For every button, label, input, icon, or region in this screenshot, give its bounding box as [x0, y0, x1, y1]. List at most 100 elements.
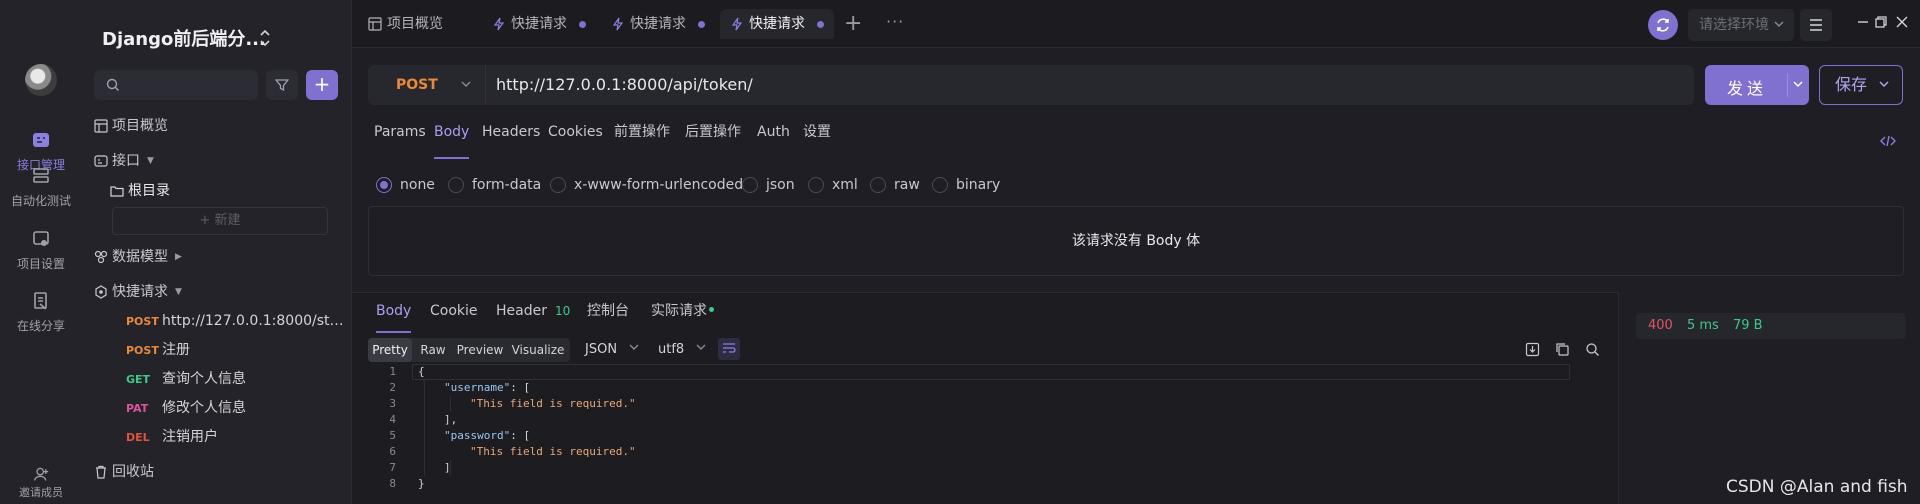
tab-body[interactable]: Body — [434, 121, 470, 159]
view-raw[interactable]: Raw — [412, 338, 454, 362]
radio-form-data[interactable]: form-data — [448, 174, 541, 196]
search-icon[interactable] — [1585, 342, 1600, 357]
tree-item-models[interactable]: 数据模型 ▶ — [94, 245, 182, 269]
restore-icon[interactable] — [1874, 15, 1888, 29]
body-type-group: none form-data x-www-form-urlencoded jso… — [376, 174, 1576, 196]
copy-icon[interactable] — [1555, 342, 1570, 357]
new-tab-icon[interactable]: + — [844, 13, 862, 35]
response-code-viewer[interactable]: 1{ 2 "username": [ 3 "This field is requir… — [368, 364, 1602, 504]
sync-button[interactable] — [1648, 10, 1678, 40]
filter-icon — [275, 79, 289, 92]
request-item[interactable]: DEL 注销用户 — [126, 425, 348, 449]
response-size: 79 B — [1732, 318, 1763, 333]
rail-item-online-share[interactable]: 在线分享 — [0, 291, 82, 334]
tree-item-root-folder[interactable]: 根目录 — [110, 179, 170, 203]
tab-response-cookie[interactable]: Cookie — [430, 301, 478, 333]
send-button[interactable]: 发送 — [1705, 65, 1809, 105]
response-time: 5 ms — [1686, 318, 1719, 333]
chevron-down-icon — [629, 344, 639, 350]
request-item[interactable]: GET 查询个人信息 — [126, 367, 348, 391]
no-body-message: 该请求没有 Body 体 — [368, 206, 1904, 276]
environment-select[interactable]: 请选择环境 — [1688, 9, 1794, 41]
search-icon — [106, 78, 119, 91]
unsaved-dot — [817, 20, 824, 28]
project-title[interactable]: Django前后端分... — [102, 25, 266, 51]
view-pretty[interactable]: Pretty — [368, 338, 412, 362]
view-visualize[interactable]: Visualize — [506, 338, 570, 362]
overview-icon — [94, 119, 108, 133]
chevron-up-down-icon[interactable] — [258, 28, 272, 48]
tree-item-interfaces[interactable]: 接口 ▼ — [94, 149, 154, 173]
invite-user-icon — [33, 467, 49, 481]
request-item[interactable]: PAT 修改个人信息 — [126, 396, 348, 420]
rail-item-automation[interactable]: 自动化测试 — [0, 166, 82, 209]
more-icon[interactable]: ··· — [886, 12, 904, 31]
sidebar-search-input[interactable] — [94, 70, 258, 100]
response-status: 400 5 ms 79 B — [1636, 313, 1906, 339]
tree-item-quick-requests[interactable]: 快捷请求 ▼ — [94, 280, 182, 304]
save-button[interactable]: 保存 — [1819, 65, 1903, 105]
request-item[interactable]: POST http://127.0.0.1:8000/stud... — [126, 309, 348, 333]
radio-raw[interactable]: raw — [870, 174, 920, 196]
tab-params[interactable]: Params — [374, 121, 426, 159]
project-settings-icon — [33, 231, 49, 246]
tab-console[interactable]: 控制台 — [587, 301, 629, 333]
radio-json[interactable]: json — [742, 174, 795, 196]
unsaved-dot — [579, 20, 586, 28]
radio-binary[interactable]: binary — [932, 174, 1000, 196]
chevron-down-icon — [461, 81, 471, 87]
radio-none[interactable]: none — [376, 174, 435, 196]
format-select[interactable]: JSON — [585, 338, 639, 362]
lightning-icon — [731, 17, 743, 31]
tab-response-header[interactable]: Header 10 — [496, 301, 570, 333]
tab-quick-request[interactable]: 快捷请求 — [482, 9, 596, 39]
menu-button[interactable] — [1800, 9, 1832, 41]
rail-item-invite[interactable]: 邀请成员 — [0, 466, 82, 500]
tab-pre-actions[interactable]: 前置操作 — [614, 121, 670, 159]
radio-x-www-form-urlencoded[interactable]: x-www-form-urlencoded — [550, 174, 743, 196]
view-preview[interactable]: Preview — [454, 338, 506, 362]
url-input[interactable] — [496, 65, 1676, 105]
tab-quick-request-active[interactable]: 快捷请求 — [720, 9, 834, 39]
quick-request-icon — [95, 285, 107, 299]
tree-item-trash[interactable]: 回收站 — [94, 460, 154, 484]
http-method-select[interactable]: POST — [368, 65, 486, 105]
view-mode-switch: Pretty Raw Preview Visualize — [368, 338, 570, 362]
tab-quick-request[interactable]: 快捷请求 — [601, 9, 715, 39]
download-icon[interactable] — [1525, 342, 1540, 357]
tab-post-actions[interactable]: 后置操作 — [685, 121, 741, 159]
close-icon[interactable] — [1895, 15, 1909, 29]
tab-actual-request[interactable]: 实际请求 — [651, 301, 714, 333]
project-sidebar: Django前后端分... + 项目概览 接口 ▼ 根目录 + 新建 数据模型 … — [82, 0, 352, 504]
tab-settings[interactable]: 设置 — [803, 121, 831, 159]
code-icon[interactable] — [1880, 135, 1896, 147]
url-bar: POST — [368, 65, 1694, 105]
chevron-down-icon — [1774, 21, 1784, 27]
tab-project-overview[interactable]: 项目概览 — [358, 9, 453, 39]
automation-icon — [33, 168, 49, 183]
watermark: CSDN @Alan and fish — [1726, 477, 1908, 497]
avatar[interactable] — [25, 64, 57, 96]
chevron-down-icon[interactable] — [1793, 81, 1803, 88]
new-item-button[interactable]: + 新建 — [112, 207, 328, 235]
add-button[interactable]: + — [306, 70, 338, 100]
tab-headers[interactable]: Headers — [482, 121, 540, 159]
lightning-icon — [612, 17, 624, 31]
tab-auth[interactable]: Auth — [757, 121, 790, 159]
tab-cookies[interactable]: Cookies — [548, 121, 603, 159]
request-item[interactable]: POST 注册 — [126, 338, 348, 362]
tree-item-overview[interactable]: 项目概览 — [94, 114, 168, 138]
overview-icon — [368, 17, 382, 31]
word-wrap-button[interactable] — [718, 338, 740, 360]
model-icon — [94, 250, 108, 264]
wrap-icon — [723, 343, 736, 353]
radio-xml[interactable]: xml — [808, 174, 858, 196]
caret-down-icon: ▼ — [147, 156, 154, 166]
rail-item-project-settings[interactable]: 项目设置 — [0, 229, 82, 272]
filter-button[interactable] — [266, 70, 298, 100]
encoding-select[interactable]: utf8 — [658, 338, 706, 362]
lightning-icon — [493, 17, 505, 31]
tab-response-body[interactable]: Body — [376, 301, 412, 333]
interface-icon — [94, 155, 108, 167]
minimize-icon[interactable] — [1856, 15, 1870, 29]
